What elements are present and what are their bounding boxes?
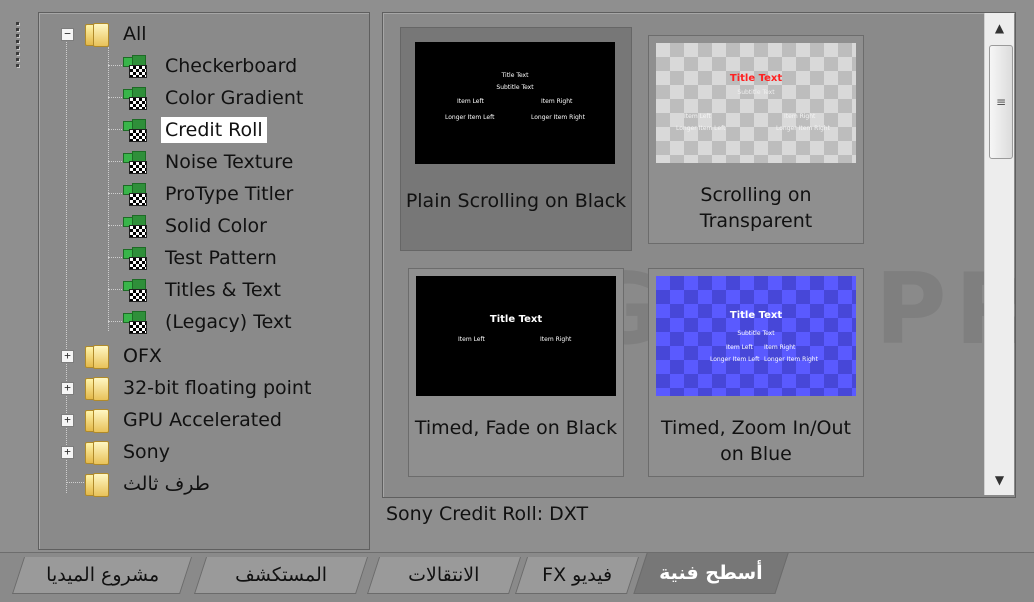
generator-icon xyxy=(123,247,147,270)
preset-thumbnail: Title Text Subtitle Text Item Left Item … xyxy=(656,276,856,396)
tree-item-label: Noise Texture xyxy=(165,151,294,173)
collapse-all-toggle[interactable]: − xyxy=(61,28,74,41)
preset-caption: Timed, Fade on Black xyxy=(414,417,618,439)
tree-item-color-gradient[interactable]: Color Gradient xyxy=(123,83,307,113)
generator-icon xyxy=(123,183,147,206)
tree-item-label: (Legacy) Text xyxy=(165,311,292,333)
tree-folder-32bit[interactable]: 32-bit floating point xyxy=(85,373,315,403)
tree-item-titles-text[interactable]: Titles & Text xyxy=(123,275,285,305)
tree-item-checkerboard[interactable]: Checkerboard xyxy=(123,51,301,81)
tree-item-label: Titles & Text xyxy=(165,279,281,301)
tree-item-label: Color Gradient xyxy=(165,87,304,109)
folder-icon xyxy=(85,472,109,497)
tree-item-protype-titler[interactable]: ProType Titler xyxy=(123,179,297,209)
preset-thumbnail: Title Text Subtitle Text Item Left Item … xyxy=(656,43,856,163)
tree-item-label: ProType Titler xyxy=(165,183,294,205)
generator-icon xyxy=(123,55,147,78)
preset-caption: Scrolling on Transparent xyxy=(699,184,813,232)
expand-32bit-toggle[interactable]: + xyxy=(61,382,74,395)
generator-tree: − All Checkerboard Color Gradient Credit… xyxy=(38,12,370,550)
preset-thumbnail: Title Text Item Left Item Right xyxy=(416,276,616,396)
generator-icon xyxy=(123,151,147,174)
folder-icon xyxy=(85,22,109,47)
generator-icon xyxy=(123,119,147,142)
generator-icon xyxy=(123,279,147,302)
tree-item-credit-roll[interactable]: Credit Roll xyxy=(123,115,267,145)
preset-caption: Plain Scrolling on Black xyxy=(405,190,627,212)
tree-folder-all[interactable]: All xyxy=(85,19,151,49)
tree-folder-label: All xyxy=(123,23,147,45)
tree-item-label: Test Pattern xyxy=(165,247,277,269)
generator-icon xyxy=(123,87,147,110)
tab-video-fx[interactable]: فيديو FX xyxy=(514,557,640,594)
preset-thumbnail: Title Text Subtitle Text Item Left Item … xyxy=(415,42,615,164)
preset-tile-timed-fade[interactable]: Title Text Item Left Item Right Timed, F… xyxy=(408,268,624,477)
scroll-thumb[interactable]: ≡ xyxy=(989,45,1013,159)
panel-grip-handle[interactable] xyxy=(14,22,22,82)
preset-tile-scrolling-transparent[interactable]: Title Text Subtitle Text Item Left Item … xyxy=(648,35,864,244)
folder-icon xyxy=(85,376,109,401)
generator-icon xyxy=(123,215,147,238)
folder-icon xyxy=(85,440,109,465)
tree-folder-label: Sony xyxy=(123,441,170,463)
expand-sony-toggle[interactable]: + xyxy=(61,446,74,459)
preset-gallery: VEGAS PRO Title Text Subtitle Text Item … xyxy=(382,12,1016,498)
tab-explorer[interactable]: المستكشف xyxy=(193,557,369,594)
tree-folder-label: طرف ثالث xyxy=(123,473,210,495)
tree-item-label: Credit Roll xyxy=(161,117,267,143)
tree-folder-sony[interactable]: Sony xyxy=(85,437,174,467)
folder-icon xyxy=(85,344,109,369)
expand-gpu-toggle[interactable]: + xyxy=(61,414,74,427)
tree-folder-gpu-accelerated[interactable]: GPU Accelerated xyxy=(85,405,286,435)
tree-item-noise-texture[interactable]: Noise Texture xyxy=(123,147,297,177)
scroll-down-button[interactable]: ▼ xyxy=(985,467,1014,493)
tree-item-solid-color[interactable]: Solid Color xyxy=(123,211,271,241)
preset-scrollbar[interactable]: ▲ ≡ ▼ xyxy=(984,13,1014,495)
window-tab-bar: مشروع الميديا المستكشف الانتقالات فيديو … xyxy=(0,552,1034,602)
tab-project-media[interactable]: مشروع الميديا xyxy=(11,557,193,594)
expand-ofx-toggle[interactable]: + xyxy=(61,350,74,363)
media-generators-window: − All Checkerboard Color Gradient Credit… xyxy=(0,0,1034,602)
tree-item-label: Solid Color xyxy=(165,215,267,237)
tab-media-generators[interactable]: أسطح فنية xyxy=(633,553,789,594)
tree-item-legacy-text[interactable]: (Legacy) Text xyxy=(123,307,296,337)
folder-icon xyxy=(85,408,109,433)
tab-transitions[interactable]: الانتقالات xyxy=(366,557,522,594)
tree-item-label: Checkerboard xyxy=(165,55,298,77)
preset-caption: Timed, Zoom In/Out on Blue xyxy=(661,417,851,465)
scroll-up-button[interactable]: ▲ xyxy=(985,15,1014,41)
tree-folder-label: OFX xyxy=(123,345,162,367)
preset-description: Sony Credit Roll: DXT xyxy=(386,503,589,525)
tree-folder-ofx[interactable]: OFX xyxy=(85,341,166,371)
tree-item-test-pattern[interactable]: Test Pattern xyxy=(123,243,281,273)
tree-folder-label: 32-bit floating point xyxy=(123,377,312,399)
tree-folder-third-party[interactable]: طرف ثالث xyxy=(85,469,214,499)
preset-tile-plain-scrolling[interactable]: Title Text Subtitle Text Item Left Item … xyxy=(400,27,632,251)
preset-tile-timed-zoom[interactable]: Title Text Subtitle Text Item Left Item … xyxy=(648,268,864,477)
generator-icon xyxy=(123,311,147,334)
tree-folder-label: GPU Accelerated xyxy=(123,409,282,431)
